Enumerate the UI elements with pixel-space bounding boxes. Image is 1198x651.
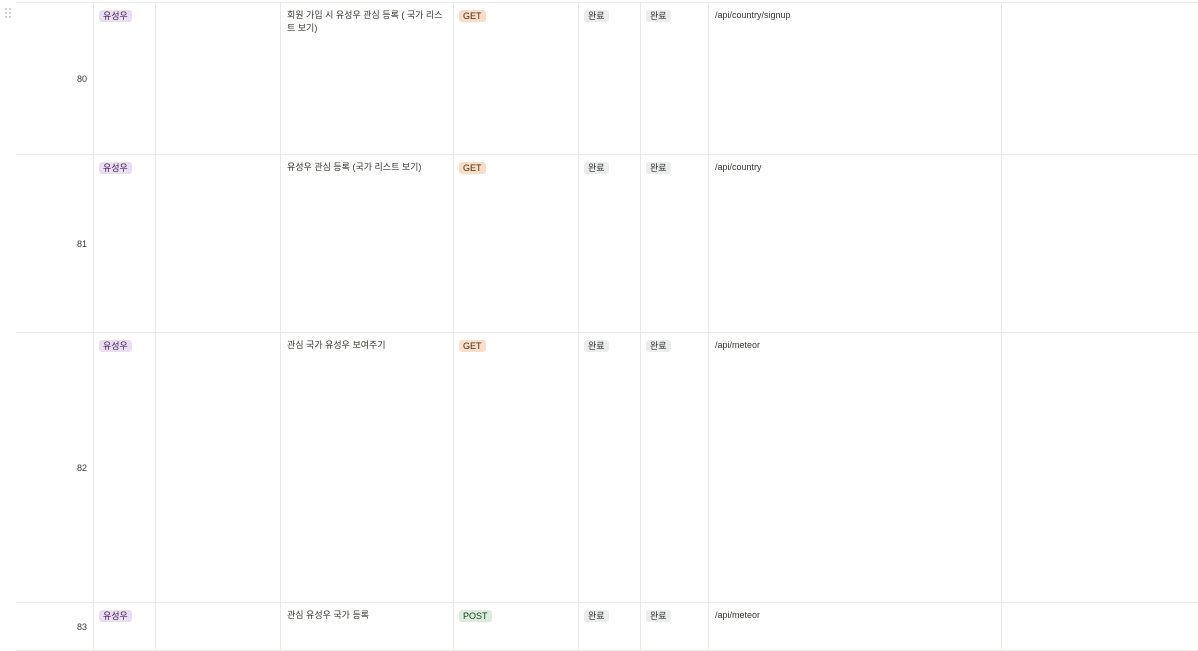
status-badge: 완료 bbox=[584, 10, 609, 22]
owner-tag: 유성우 bbox=[99, 610, 132, 622]
url-cell[interactable]: /api/meteor bbox=[709, 333, 1002, 603]
empty-cell[interactable] bbox=[156, 3, 281, 155]
title-text: 관심 국가 유성우 보여주기 bbox=[287, 340, 386, 350]
row-number: 82 bbox=[76, 463, 87, 473]
table-row[interactable]: 82 유성우 관심 국가 유성우 보여주기 GET 완료 완료 /api/met… bbox=[16, 332, 1198, 603]
table-row[interactable]: 80 유성우 회원 가입 시 유성우 관심 등록 ( 국가 리스트 보기) GE… bbox=[16, 2, 1198, 155]
url-cell[interactable]: /api/country bbox=[709, 155, 1002, 333]
owner-cell[interactable]: 유성우 bbox=[94, 3, 156, 155]
owner-cell[interactable]: 유성우 bbox=[94, 333, 156, 603]
database-table: 80 유성우 회원 가입 시 유성우 관심 등록 ( 국가 리스트 보기) GE… bbox=[16, 0, 1198, 651]
row-number: 83 bbox=[76, 622, 87, 632]
table-row[interactable]: 83 유성우 관심 유성우 국가 등록 POST 완료 완료 /api/mete… bbox=[16, 602, 1198, 651]
status-cell[interactable]: 완료 bbox=[641, 333, 709, 603]
owner-tag: 유성우 bbox=[99, 162, 132, 174]
empty-cell[interactable] bbox=[1002, 3, 1198, 155]
empty-cell[interactable] bbox=[1002, 333, 1198, 603]
owner-tag: 유성우 bbox=[99, 10, 132, 22]
status-badge: 완료 bbox=[646, 610, 671, 622]
url-text: /api/country/signup bbox=[715, 10, 791, 20]
status-badge: 완료 bbox=[584, 340, 609, 352]
row-number: 80 bbox=[76, 74, 87, 84]
method-tag: GET bbox=[459, 162, 486, 174]
table-row[interactable]: 81 유성우 유성우 관심 등록 (국가 리스트 보기) GET 완료 완료 /… bbox=[16, 154, 1198, 333]
title-cell[interactable]: 유성우 관심 등록 (국가 리스트 보기) bbox=[281, 155, 454, 333]
status-cell[interactable]: 완료 bbox=[579, 155, 641, 333]
row-number: 81 bbox=[76, 239, 87, 249]
empty-cell[interactable] bbox=[156, 603, 281, 651]
empty-cell[interactable] bbox=[1002, 155, 1198, 333]
status-cell[interactable]: 완료 bbox=[641, 603, 709, 651]
status-cell[interactable]: 완료 bbox=[641, 155, 709, 333]
title-cell[interactable]: 관심 국가 유성우 보여주기 bbox=[281, 333, 454, 603]
title-text: 관심 유성우 국가 등록 bbox=[287, 610, 370, 620]
url-text: /api/meteor bbox=[715, 610, 761, 620]
status-cell[interactable]: 완료 bbox=[579, 333, 641, 603]
status-badge: 완료 bbox=[646, 162, 671, 174]
owner-cell[interactable]: 유성우 bbox=[94, 155, 156, 333]
url-cell[interactable]: /api/meteor bbox=[709, 603, 1002, 651]
method-tag: GET bbox=[459, 340, 486, 352]
method-cell[interactable]: GET bbox=[454, 3, 579, 155]
url-text: /api/meteor bbox=[715, 340, 761, 350]
method-cell[interactable]: GET bbox=[454, 333, 579, 603]
empty-cell[interactable] bbox=[156, 155, 281, 333]
owner-tag: 유성우 bbox=[99, 340, 132, 352]
title-text: 회원 가입 시 유성우 관심 등록 ( 국가 리스트 보기) bbox=[287, 10, 443, 33]
url-text: /api/country bbox=[715, 162, 762, 172]
row-number-cell: 83 bbox=[16, 603, 94, 651]
status-badge: 완료 bbox=[584, 162, 609, 174]
method-cell[interactable]: POST bbox=[454, 603, 579, 651]
status-badge: 완료 bbox=[646, 340, 671, 352]
row-number-cell: 82 bbox=[16, 333, 94, 603]
empty-cell[interactable] bbox=[156, 333, 281, 603]
owner-cell[interactable]: 유성우 bbox=[94, 603, 156, 651]
row-number-cell: 81 bbox=[16, 155, 94, 333]
method-tag: GET bbox=[459, 10, 486, 22]
title-cell[interactable]: 회원 가입 시 유성우 관심 등록 ( 국가 리스트 보기) bbox=[281, 3, 454, 155]
status-badge: 완료 bbox=[646, 10, 671, 22]
status-cell[interactable]: 완료 bbox=[579, 3, 641, 155]
title-text: 유성우 관심 등록 (국가 리스트 보기) bbox=[287, 162, 422, 172]
url-cell[interactable]: /api/country/signup bbox=[709, 3, 1002, 155]
empty-cell[interactable] bbox=[1002, 603, 1198, 651]
drag-handle-icon[interactable] bbox=[5, 8, 11, 18]
method-cell[interactable]: GET bbox=[454, 155, 579, 333]
status-cell[interactable]: 완료 bbox=[579, 603, 641, 651]
row-number-cell: 80 bbox=[16, 3, 94, 155]
title-cell[interactable]: 관심 유성우 국가 등록 bbox=[281, 603, 454, 651]
status-badge: 완료 bbox=[584, 610, 609, 622]
method-tag: POST bbox=[459, 610, 492, 622]
status-cell[interactable]: 완료 bbox=[641, 3, 709, 155]
